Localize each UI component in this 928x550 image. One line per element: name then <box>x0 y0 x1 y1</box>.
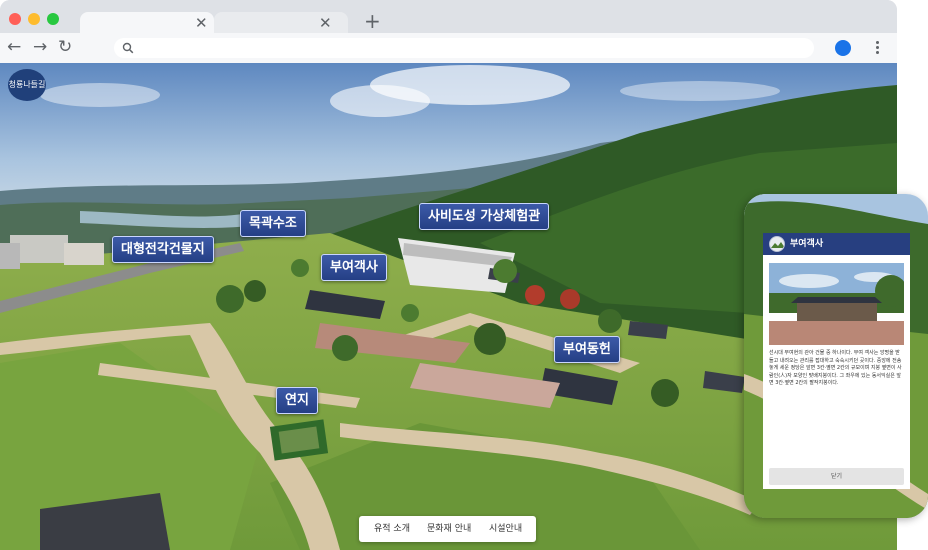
gaeksa-photo <box>769 263 904 345</box>
card-title: 부여객사 <box>790 239 824 249</box>
card-header: 부여객사 <box>763 233 910 255</box>
browser-toolbar: ← → ↻ <box>0 33 897 63</box>
hotspot-mokgwak-sujo[interactable]: 목곽수조 <box>240 210 306 237</box>
address-bar[interactable] <box>114 38 814 58</box>
card-description: 선시대 부여현의 관아 건물 중 하나이다. 부여 객사는 앙명을 받들고 내려… <box>769 350 902 386</box>
site-logo[interactable]: 청룡나들길 <box>8 69 46 101</box>
bottom-menu: 유적 소개 문화재 안내 시설안내 <box>359 516 536 542</box>
menu-site-intro[interactable]: 유적 소개 <box>374 516 410 542</box>
reload-icon[interactable]: ↻ <box>58 35 72 59</box>
mobile-preview: 부여객사 선시대 부여현의 관아 건물 중 하나이다. 부여 객사는 앙명을 받… <box>744 194 928 518</box>
tab-bar: ✕ ✕ + <box>0 0 897 34</box>
hotspot-yeonji[interactable]: 연지 <box>276 387 318 414</box>
tab-close-icon[interactable]: ✕ <box>195 13 208 33</box>
hotspot-buyeo-gaeksa[interactable]: 부여객사 <box>321 254 387 281</box>
menu-heritage-guide[interactable]: 문화재 안내 <box>427 516 471 542</box>
menu-facility-guide[interactable]: 시설안내 <box>489 516 522 542</box>
more-menu-icon[interactable] <box>872 39 882 57</box>
screen: ✕ ✕ + ← → ↻ 청룡나들길 목곽수조 사비도성 가상체험관 대형전각건물… <box>0 0 928 550</box>
site-emblem-icon <box>769 236 785 252</box>
maximize-window-button[interactable] <box>47 13 59 25</box>
close-button[interactable]: 닫기 <box>769 468 904 485</box>
hotspot-buyeo-dongheon[interactable]: 부여동헌 <box>554 336 620 363</box>
hotspot-large-hall-site[interactable]: 대형전각건물지 <box>112 236 214 263</box>
forward-arrow-icon[interactable]: → <box>33 35 47 59</box>
browser-tab-1[interactable]: ✕ <box>80 12 214 34</box>
back-arrow-icon[interactable]: ← <box>7 35 21 59</box>
search-icon <box>122 42 134 54</box>
minimize-window-button[interactable] <box>28 13 40 25</box>
hotspot-virtual-experience-hall[interactable]: 사비도성 가상체험관 <box>419 203 550 230</box>
info-card: 부여객사 선시대 부여현의 관아 건물 중 하나이다. 부여 객사는 앙명을 받… <box>763 233 910 489</box>
browser-tab-2[interactable]: ✕ <box>214 12 348 34</box>
close-window-button[interactable] <box>9 13 21 25</box>
profile-avatar-icon[interactable] <box>835 40 851 56</box>
new-tab-icon[interactable]: + <box>364 9 381 33</box>
tab-close-icon[interactable]: ✕ <box>319 13 332 33</box>
